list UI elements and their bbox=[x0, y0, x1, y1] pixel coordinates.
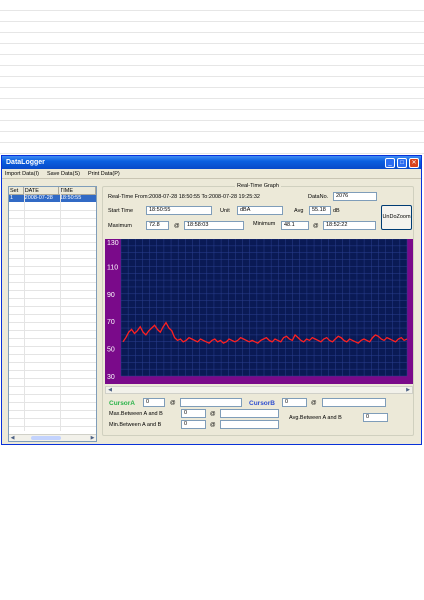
max-between-field[interactable]: 0 bbox=[181, 409, 206, 418]
list-cell-set: 1 bbox=[10, 195, 14, 201]
datano-label: DataNo. bbox=[308, 194, 329, 200]
scroll-right-icon[interactable]: ▶ bbox=[89, 435, 96, 441]
window-title: DataLogger bbox=[6, 159, 45, 166]
maximum-time-field[interactable]: 18:58:03 bbox=[184, 221, 244, 230]
menu-save[interactable]: Save Data(S) bbox=[47, 171, 80, 177]
list-header: Set DATE TIME bbox=[9, 187, 96, 195]
maximize-button[interactable]: □ bbox=[397, 157, 407, 168]
start-time-field[interactable]: 18:50:55 bbox=[146, 206, 212, 215]
max-between-label: Max.Between A and B bbox=[109, 411, 163, 417]
min-between-at: @ bbox=[210, 422, 216, 428]
right-axis-band bbox=[407, 239, 413, 384]
close-button[interactable]: ✕ bbox=[409, 157, 419, 168]
datano-field[interactable]: 2076 bbox=[333, 192, 377, 201]
avg-label: Avg bbox=[294, 208, 304, 214]
chart-horizontal-scrollbar[interactable]: ◀ ▶ bbox=[105, 386, 413, 394]
column-header-set[interactable]: Set bbox=[9, 187, 24, 194]
menu-print[interactable]: Print Data(P) bbox=[88, 171, 120, 177]
cursor-b-at: @ bbox=[311, 400, 317, 406]
column-header-time[interactable]: TIME bbox=[59, 187, 96, 194]
maximum-at: @ bbox=[174, 223, 180, 229]
y-tick-label: 90 bbox=[107, 292, 115, 299]
max-between-at: @ bbox=[210, 411, 216, 417]
min-between-label: Min.Between A and B bbox=[109, 422, 162, 428]
y-axis-band bbox=[105, 239, 121, 384]
scroll-left-icon[interactable]: ◀ bbox=[106, 387, 114, 393]
time-range-text: Real-Time From:2008-07-28 18:50:55 To:20… bbox=[108, 194, 260, 200]
unit-field[interactable]: dBA bbox=[237, 206, 283, 215]
scrollbar-thumb[interactable] bbox=[31, 436, 61, 440]
minimum-field[interactable]: 48.1 bbox=[281, 221, 309, 230]
record-list[interactable]: Set DATE TIME 1 2008-07-28 18:50:55 ◀ ▶ bbox=[8, 186, 97, 442]
list-empty-rows bbox=[9, 203, 96, 433]
cursor-b-field[interactable]: 0 bbox=[282, 398, 307, 407]
cursor-a-time-field[interactable] bbox=[180, 398, 242, 407]
y-tick-label: 30 bbox=[107, 374, 115, 381]
list-item[interactable]: 1 2008-07-28 18:50:55 bbox=[9, 195, 96, 202]
y-tick-label: 70 bbox=[107, 319, 115, 326]
minimum-time-field[interactable]: 18:52:22 bbox=[323, 221, 376, 230]
undo-zoom-button[interactable]: UnDoZoom bbox=[381, 205, 412, 230]
list-cell-date: 2008-07-28 bbox=[24, 195, 53, 201]
y-tick-label: 110 bbox=[107, 264, 118, 271]
avg-between-label: Avg.Between A and B bbox=[289, 415, 342, 421]
min-between-time-field[interactable] bbox=[220, 420, 279, 429]
cursor-b-label: CursorB bbox=[249, 400, 276, 407]
chart-svg[interactable]: 130 110 90 70 50 30 bbox=[105, 238, 413, 384]
list-cell-time: 18:50:55 bbox=[59, 195, 82, 201]
scroll-left-icon[interactable]: ◀ bbox=[9, 435, 16, 441]
min-between-field[interactable]: 0 bbox=[181, 420, 206, 429]
minimize-button[interactable]: _ bbox=[385, 157, 395, 168]
cursor-a-field[interactable]: 0 bbox=[143, 398, 165, 407]
column-divider bbox=[24, 187, 25, 431]
cursor-a-at: @ bbox=[170, 400, 176, 406]
unit-label: Unit bbox=[220, 208, 230, 214]
y-tick-label: 50 bbox=[107, 347, 115, 354]
maximum-label: Maximum bbox=[108, 223, 132, 229]
minimum-at: @ bbox=[313, 223, 319, 229]
graph-panel-title: Real-Time Graph bbox=[235, 183, 281, 189]
cursor-a-label: CursorA bbox=[109, 400, 136, 407]
list-horizontal-scrollbar[interactable]: ◀ ▶ bbox=[9, 434, 96, 441]
y-tick-label: 130 bbox=[107, 240, 119, 247]
column-header-date[interactable]: DATE bbox=[24, 187, 59, 194]
avg-field[interactable]: 55.18 bbox=[309, 206, 331, 215]
avg-between-field[interactable]: 0 bbox=[363, 413, 388, 422]
scroll-right-icon[interactable]: ▶ bbox=[404, 387, 412, 393]
datalogger-window: DataLogger _ □ ✕ Import Data(I) Save Dat… bbox=[1, 155, 422, 445]
start-time-label: Start Time bbox=[108, 208, 134, 214]
cursor-b-time-field[interactable] bbox=[322, 398, 386, 407]
realtime-chart[interactable]: 130 110 90 70 50 30 bbox=[105, 238, 413, 384]
max-between-time-field[interactable] bbox=[220, 409, 279, 418]
background-document-lines bbox=[0, 0, 424, 160]
minimum-label: Minimum bbox=[253, 221, 276, 227]
menu-bar: Import Data(I) Save Data(S) Print Data(P… bbox=[2, 169, 421, 179]
menu-import[interactable]: Import Data(I) bbox=[5, 171, 39, 177]
avg-unit: dB bbox=[333, 208, 340, 214]
real-time-graph-panel: Real-Time Graph Real-Time From:2008-07-2… bbox=[102, 183, 414, 436]
title-bar[interactable]: DataLogger _ □ ✕ bbox=[2, 156, 421, 169]
maximum-field[interactable]: 72.8 bbox=[146, 221, 169, 230]
x-axis-band bbox=[105, 376, 413, 384]
column-divider bbox=[60, 187, 61, 431]
